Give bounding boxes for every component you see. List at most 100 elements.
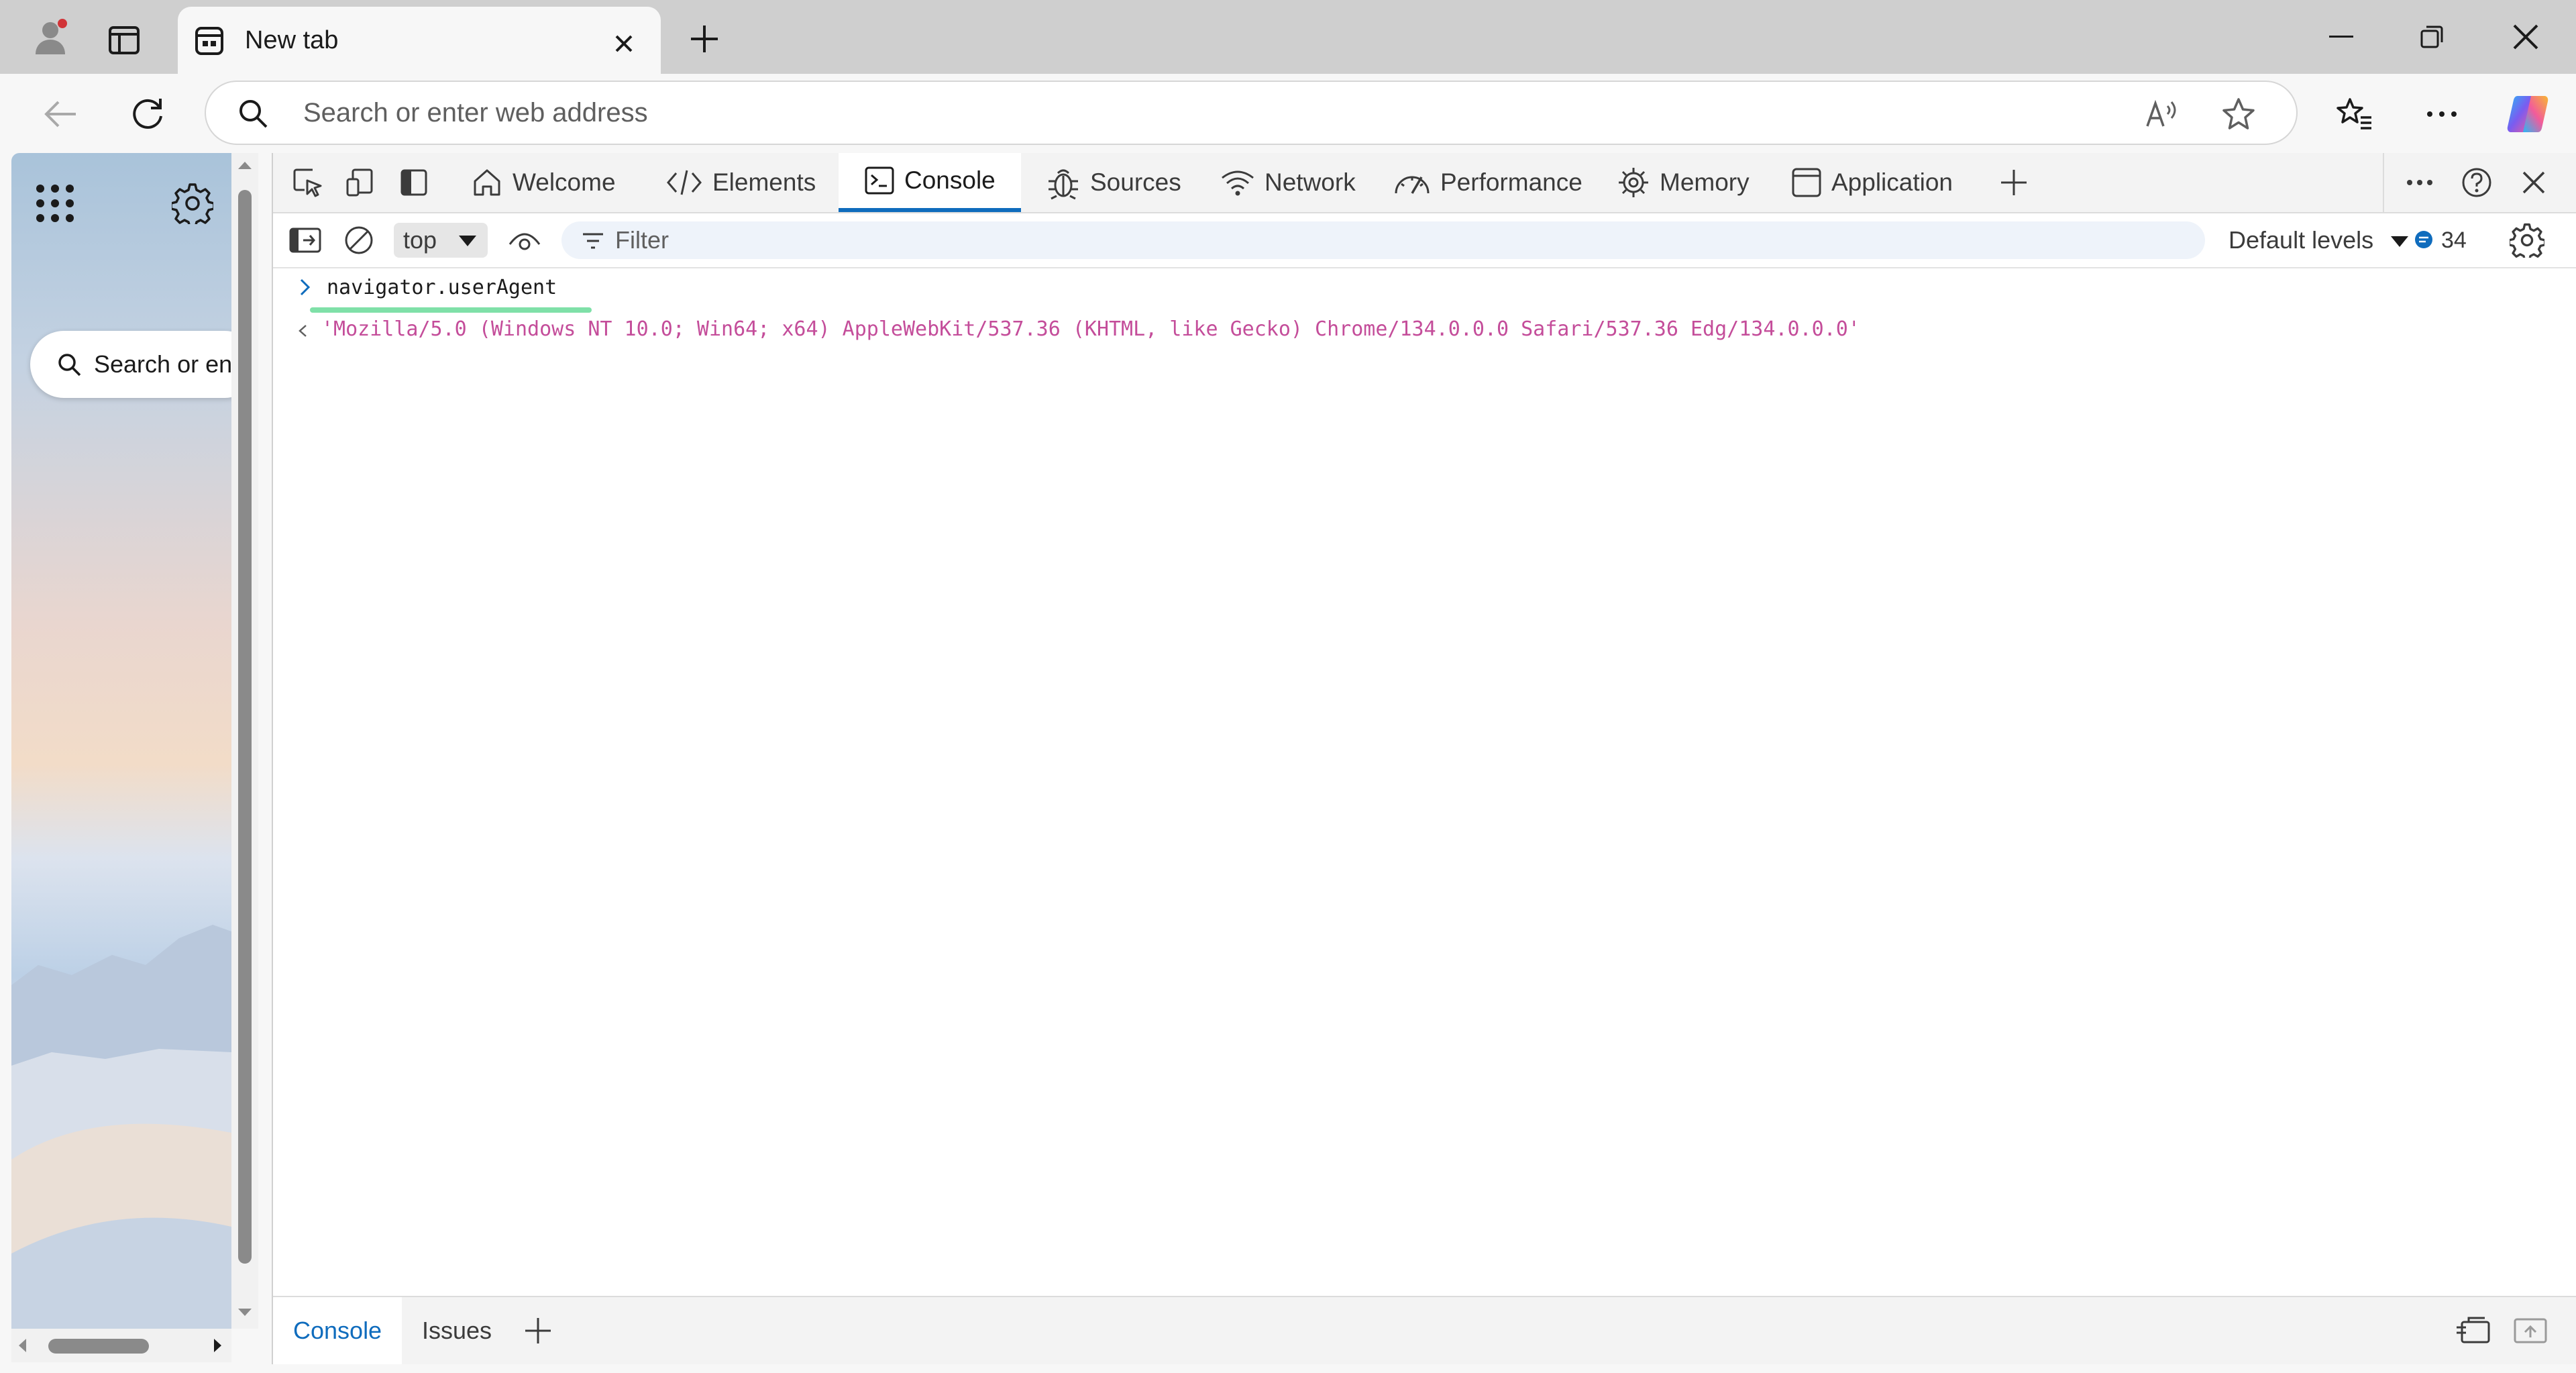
new-tab-page[interactable]: Search or ent bbox=[11, 153, 231, 1329]
performance-gauge-icon bbox=[1395, 176, 1430, 194]
page-horizontal-scrollbar[interactable] bbox=[11, 1329, 231, 1362]
more-dots-icon bbox=[2407, 180, 2432, 185]
title-bar: New tab bbox=[0, 0, 2576, 74]
plus-icon bbox=[691, 26, 718, 52]
dock-side-icon bbox=[2457, 1317, 2490, 1343]
refresh-button[interactable] bbox=[121, 91, 174, 138]
restore-icon bbox=[2420, 26, 2443, 48]
message-bubble-icon bbox=[2415, 231, 2432, 248]
code-icon bbox=[667, 170, 702, 195]
tab-title: New tab bbox=[245, 26, 339, 54]
devtools-close-button[interactable] bbox=[2510, 153, 2557, 212]
dropdown-arrow-icon bbox=[2391, 236, 2409, 248]
home-icon bbox=[474, 169, 500, 196]
settings-more-button[interactable] bbox=[2415, 91, 2469, 138]
wifi-icon bbox=[1222, 170, 1254, 196]
filter-icon bbox=[583, 233, 603, 249]
minimize-button[interactable] bbox=[2298, 0, 2385, 74]
input-prompt-chevron-icon bbox=[300, 278, 311, 296]
inspect-element-button[interactable] bbox=[288, 153, 328, 212]
close-window-button[interactable] bbox=[2482, 0, 2569, 74]
apps-launcher-button[interactable] bbox=[28, 176, 82, 230]
devtools-tab-bar: Welcome Elements Console Sources Network… bbox=[273, 153, 2576, 213]
new-tab-button[interactable] bbox=[678, 17, 731, 61]
close-tab-button[interactable] bbox=[607, 27, 641, 60]
devtools-drawer: Console Issues bbox=[273, 1296, 2576, 1364]
result-return-arrow-icon bbox=[299, 325, 307, 337]
tab-network-label: Network bbox=[1265, 168, 1356, 196]
tab-application[interactable]: Application bbox=[1791, 153, 1953, 212]
drawer-add-tab-button[interactable] bbox=[518, 1312, 558, 1350]
read-aloud-icon bbox=[2146, 99, 2176, 127]
devtools-help-button[interactable] bbox=[2453, 153, 2500, 212]
restore-button[interactable] bbox=[2388, 0, 2475, 74]
eye-icon bbox=[508, 233, 541, 250]
favorite-star-button[interactable] bbox=[2215, 94, 2262, 134]
tab-welcome[interactable]: Welcome bbox=[471, 153, 616, 212]
console-command: navigator.userAgent bbox=[327, 276, 557, 299]
drawer-tab-issues-label: Issues bbox=[422, 1317, 492, 1344]
scroll-left-icon bbox=[19, 1339, 26, 1352]
tab-memory-label: Memory bbox=[1660, 168, 1750, 196]
vertical-scroll-thumb[interactable] bbox=[238, 190, 252, 1264]
read-aloud-button[interactable] bbox=[2138, 94, 2185, 134]
horizontal-scroll-thumb[interactable] bbox=[48, 1339, 149, 1354]
page-search-input[interactable]: Search or ent bbox=[94, 331, 231, 398]
address-bar[interactable]: Search or enter web address bbox=[205, 81, 2298, 145]
back-button[interactable] bbox=[34, 91, 87, 138]
tab-sources[interactable]: Sources bbox=[1046, 153, 1181, 212]
tab-actions-button[interactable] bbox=[101, 20, 148, 60]
log-levels-label: Default levels bbox=[2229, 226, 2374, 254]
tab-network[interactable]: Network bbox=[1220, 153, 1356, 212]
drawer-tab-console[interactable]: Console bbox=[273, 1297, 402, 1364]
browser-tab-new-tab[interactable]: New tab bbox=[178, 7, 661, 74]
drawer-dock-button[interactable] bbox=[2450, 1312, 2497, 1350]
toggle-sidebar-button[interactable] bbox=[394, 153, 434, 212]
sidebar-toggle-icon bbox=[289, 227, 321, 253]
tab-sources-label: Sources bbox=[1090, 168, 1181, 196]
console-filter-input[interactable]: Filter bbox=[561, 221, 2205, 259]
page-search-box[interactable]: Search or ent bbox=[30, 331, 231, 398]
tab-elements[interactable]: Elements bbox=[665, 153, 816, 212]
plus-icon bbox=[525, 1318, 551, 1343]
copilot-icon bbox=[2507, 96, 2548, 132]
drawer-tab-issues[interactable]: Issues bbox=[422, 1297, 492, 1364]
device-icon bbox=[346, 168, 373, 197]
page-vertical-scrollbar[interactable] bbox=[231, 153, 258, 1329]
tab-console[interactable]: Console bbox=[839, 153, 1021, 212]
minimize-icon bbox=[2329, 36, 2353, 38]
dropdown-arrow-icon bbox=[459, 236, 476, 246]
context-selector[interactable]: top bbox=[394, 223, 488, 258]
content-area: Search or ent Welcome Elements Console S… bbox=[0, 153, 2576, 1373]
message-count-badge[interactable]: 34 bbox=[2413, 213, 2467, 267]
tab-memory[interactable]: Memory bbox=[1617, 153, 1750, 212]
show-console-sidebar-button[interactable] bbox=[286, 223, 324, 258]
device-emulation-button[interactable] bbox=[340, 153, 380, 212]
console-output[interactable] bbox=[273, 268, 2576, 1295]
apps-grid-icon bbox=[36, 185, 74, 222]
console-icon bbox=[865, 166, 894, 195]
log-levels-dropdown[interactable]: Default levels bbox=[2229, 213, 2410, 267]
clear-console-button[interactable] bbox=[340, 223, 378, 258]
tab-elements-label: Elements bbox=[712, 168, 816, 196]
address-input[interactable]: Search or enter web address bbox=[303, 82, 648, 144]
drawer-minimize-button[interactable] bbox=[2507, 1312, 2554, 1350]
tab-performance[interactable]: Performance bbox=[1393, 153, 1582, 212]
close-window-icon bbox=[2513, 24, 2538, 50]
star-icon bbox=[2222, 98, 2255, 130]
favorites-button[interactable] bbox=[2328, 91, 2381, 138]
more-tools-add-button[interactable] bbox=[1990, 153, 2037, 212]
live-expression-button[interactable] bbox=[504, 223, 545, 258]
devtools-more-options-button[interactable] bbox=[2396, 153, 2443, 212]
landscape-image bbox=[11, 925, 231, 1329]
search-icon-wrap bbox=[236, 97, 270, 130]
close-icon bbox=[615, 35, 633, 52]
tab-bar-divider bbox=[2383, 153, 2384, 212]
more-dots-icon bbox=[2427, 111, 2457, 117]
favorites-list-icon bbox=[2337, 98, 2371, 130]
profile-button[interactable] bbox=[27, 13, 74, 60]
console-settings-button[interactable] bbox=[2504, 221, 2551, 259]
copilot-button[interactable] bbox=[2499, 87, 2556, 141]
inspect-icon bbox=[293, 168, 322, 197]
page-settings-button[interactable] bbox=[166, 176, 219, 230]
